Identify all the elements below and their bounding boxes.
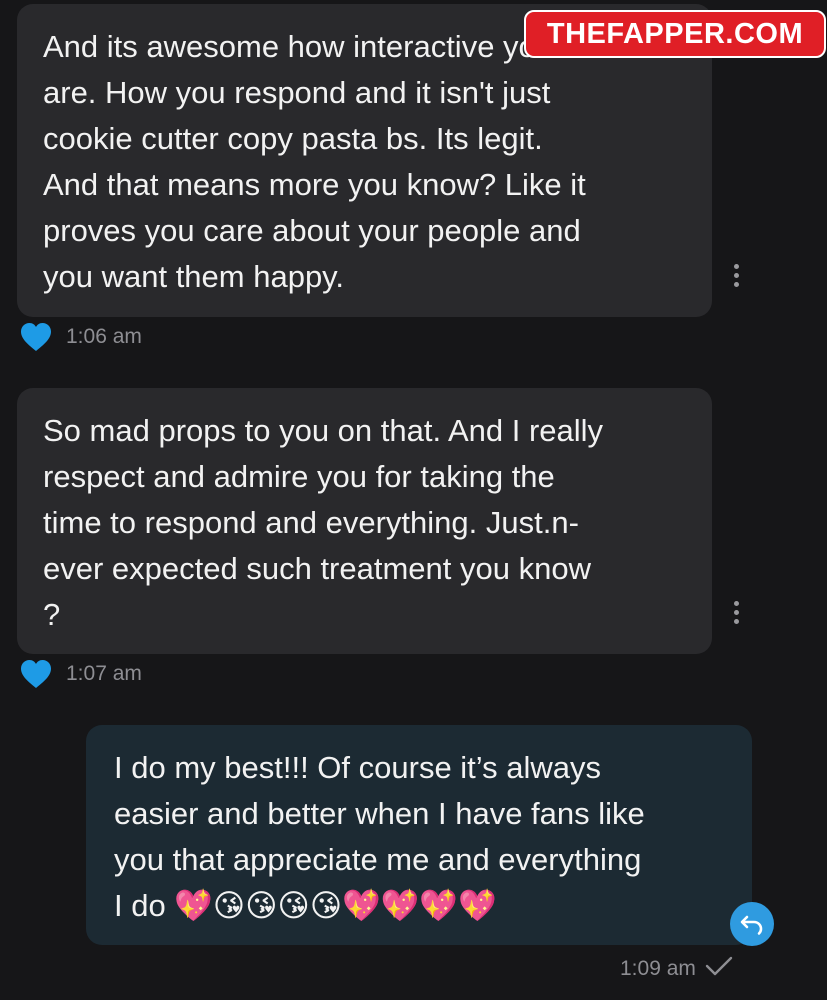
message-time: 1:07 am xyxy=(66,662,142,685)
message-outgoing-3[interactable]: I do my best!!! Of course it’s always ea… xyxy=(86,725,752,945)
sent-check-icon xyxy=(704,954,734,984)
reply-arrow-icon xyxy=(740,915,763,935)
message-meta-2: 1:07 am xyxy=(20,659,142,689)
message-meta-1: 1:06 am xyxy=(20,322,142,352)
more-options-icon[interactable] xyxy=(731,601,741,624)
watermark-logo: THEFAPPER.COM xyxy=(524,10,826,58)
message-text: And its awesome how interactive you are.… xyxy=(43,29,586,294)
message-text: I do my best!!! Of course it’s always ea… xyxy=(114,750,645,923)
message-text: So mad props to you on that. And I reall… xyxy=(43,413,604,632)
heart-icon[interactable] xyxy=(20,322,52,352)
reply-button[interactable] xyxy=(730,902,774,946)
more-options-icon[interactable] xyxy=(731,264,741,287)
heart-icon[interactable] xyxy=(20,659,52,689)
message-time: 1:06 am xyxy=(66,325,142,348)
message-meta-3: 1:09 am xyxy=(620,954,734,984)
message-incoming-2[interactable]: So mad props to you on that. And I reall… xyxy=(17,388,712,654)
message-time: 1:09 am xyxy=(620,957,696,980)
